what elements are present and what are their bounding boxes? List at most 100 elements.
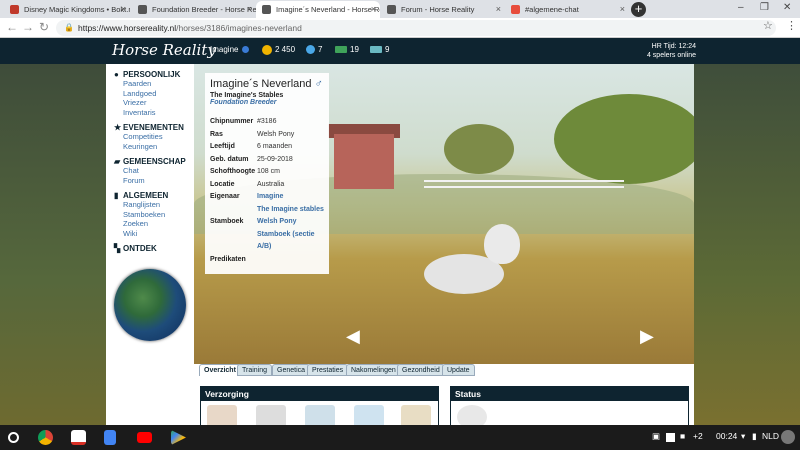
info-row-studbook-section-2: A/B) [210,241,324,254]
tokens-counter: 9 [370,45,389,54]
info-row-studbook-section: Stamboek (sectie [210,229,324,242]
world-map-globe[interactable] [114,269,186,341]
new-tab-button[interactable]: + [631,2,646,17]
browser-tab[interactable]: Disney Magic Kingdoms • Bokt.nl × [4,1,130,18]
owner-link[interactable]: Imagine [257,191,283,204]
sidebar-item-inventaris[interactable]: Inventaris [114,108,194,118]
sidebar-item-paarden[interactable]: Paarden [114,79,194,89]
site-logo[interactable]: Horse Reality [112,41,216,59]
sidebar-item-wiki[interactable]: Wiki [114,229,194,239]
info-row-predicates: Predikaten [210,255,246,263]
stylus-icon[interactable] [666,433,675,442]
screenshot-icon[interactable]: ▣ [652,431,660,442]
studbook-section-link[interactable]: A/B) [257,241,271,254]
background-scenery [694,64,800,425]
tree [554,94,694,184]
favicon-icon [138,5,147,14]
male-icon: ♂ [314,78,323,90]
tab-nakomelingen[interactable]: Nakomelingen [346,364,401,376]
chrome-icon[interactable] [38,430,53,445]
sidebar-item-landgoed[interactable]: Landgoed [114,89,194,99]
sidebar-item-vriezer[interactable]: Vriezer [114,98,194,108]
game-time: HR Tijd: 12:24 [651,43,696,50]
token-icon [370,46,382,54]
studbook-link[interactable]: Welsh Pony [257,216,297,229]
tab-label: #algemene-chat [525,5,579,14]
sidebar-item-chat[interactable]: Chat [114,166,194,176]
launcher-icon[interactable] [8,432,19,443]
barn [334,134,394,189]
horse-tabs: Overzicht Training Genetica Prestaties N… [194,364,694,378]
close-icon[interactable]: × [496,1,501,18]
sidebar-item-ranglijsten[interactable]: Ranglijsten [114,200,194,210]
reload-icon[interactable]: ↻ [39,20,49,34]
browser-tab[interactable]: #algemene-chat × [505,1,629,18]
browser-menu-icon[interactable]: ⋮ [786,19,797,32]
sidebar-item-keuringen[interactable]: Keuringen [114,142,194,152]
close-window-icon[interactable]: ✕ [783,2,791,13]
site-header: Horse Reality Imagine 2 450 7 19 9 HR Ti… [0,38,800,64]
sidebar-item-stamboeken[interactable]: Stamboeken [114,210,194,220]
wifi-icon[interactable]: ▾ [741,431,745,442]
info-row-location: Locatie Australia [210,180,285,188]
care-panel: Verzorging [200,386,439,429]
tab-label: Imagine´s Neverland - Horse Reali [276,5,380,14]
close-icon[interactable]: × [620,1,625,18]
forward-icon[interactable]: → [22,20,34,34]
star-icon: ★ [114,123,122,132]
url-path: /horses/3186/imagines-neverland [176,23,302,33]
tab-overzicht[interactable]: Overzicht [199,364,241,376]
tab-training[interactable]: Training [237,364,273,376]
avatar[interactable] [781,430,795,444]
input-locale[interactable]: NLD [762,431,779,441]
battery-icon[interactable]: ▮ [752,431,757,442]
breeder-badge[interactable]: Foundation Breeder [210,99,324,106]
info-row-breed: Ras Welsh Pony [210,130,295,138]
sidebar-item-forum[interactable]: Forum [114,176,194,186]
studbook-section-link[interactable]: Stamboek (sectie [257,229,315,242]
close-icon[interactable]: × [121,1,126,18]
gmail-icon[interactable] [71,430,86,445]
favicon-icon [262,5,271,14]
close-icon[interactable]: × [371,1,376,18]
browser-tab-active[interactable]: Imagine´s Neverland - Horse Reali × [256,1,380,18]
stable-name: The Imagine's Stables [210,92,284,99]
sidebar-item-competities[interactable]: Competities [114,132,194,142]
info-row-chip: Chipnummer #3186 [210,118,277,125]
sidebar: ● PERSOONLIJK Paarden Landgoed Vriezer In… [106,64,194,425]
back-icon[interactable]: ← [6,20,18,34]
sidebar-section-algemeen: ▮ ALGEMEEN [114,191,169,200]
info-row-owner-stable: The Imagine stables [210,204,324,217]
tab-update[interactable]: Update [442,364,475,376]
youtube-icon[interactable] [137,432,152,443]
tab-prestaties[interactable]: Prestaties [307,364,349,376]
prev-arrow-icon[interactable]: ◀ [346,326,360,347]
minimize-icon[interactable]: – [738,2,744,13]
bookmark-star-icon[interactable]: ☆ [763,19,773,32]
overview-icon[interactable]: ■ [680,431,685,441]
owner-stable-link[interactable]: The Imagine stables [257,204,324,217]
players-online: 4 spelers online [646,52,696,59]
fence [424,180,624,188]
tab-genetica[interactable]: Genetica [272,364,311,376]
tab-label: Foundation Breeder - Horse Reali [152,5,256,14]
close-icon[interactable]: × [247,1,252,18]
tab-gezondheid[interactable]: Gezondheid [397,364,445,376]
os-taskbar: ▣ ■ +2 00:24 ▾ ▮ NLD [0,425,800,450]
sidebar-item-zoeken[interactable]: Zoeken [114,219,194,229]
user-menu[interactable]: Imagine [210,45,250,54]
status-panel-title: Status [451,387,688,401]
address-bar[interactable]: 🔒 https://www.horsereality.nl/horses/318… [56,20,776,36]
maximize-icon[interactable]: ❐ [760,2,769,13]
docs-icon[interactable] [104,430,116,445]
background-scenery [0,64,106,425]
clock[interactable]: 00:24 [716,431,737,441]
tab-label: Disney Magic Kingdoms • Bokt.nl [24,5,130,14]
browser-tab[interactable]: Forum - Horse Reality × [381,1,505,18]
next-arrow-icon[interactable]: ▶ [640,326,654,347]
browser-tab[interactable]: Foundation Breeder - Horse Reali × [132,1,256,18]
favicon-icon [511,5,520,14]
notification-count[interactable]: +2 [693,431,703,441]
horse-info-card: Imagine´s Neverland ♂ The Imagine's Stab… [205,73,329,274]
play-store-icon[interactable] [171,430,186,445]
